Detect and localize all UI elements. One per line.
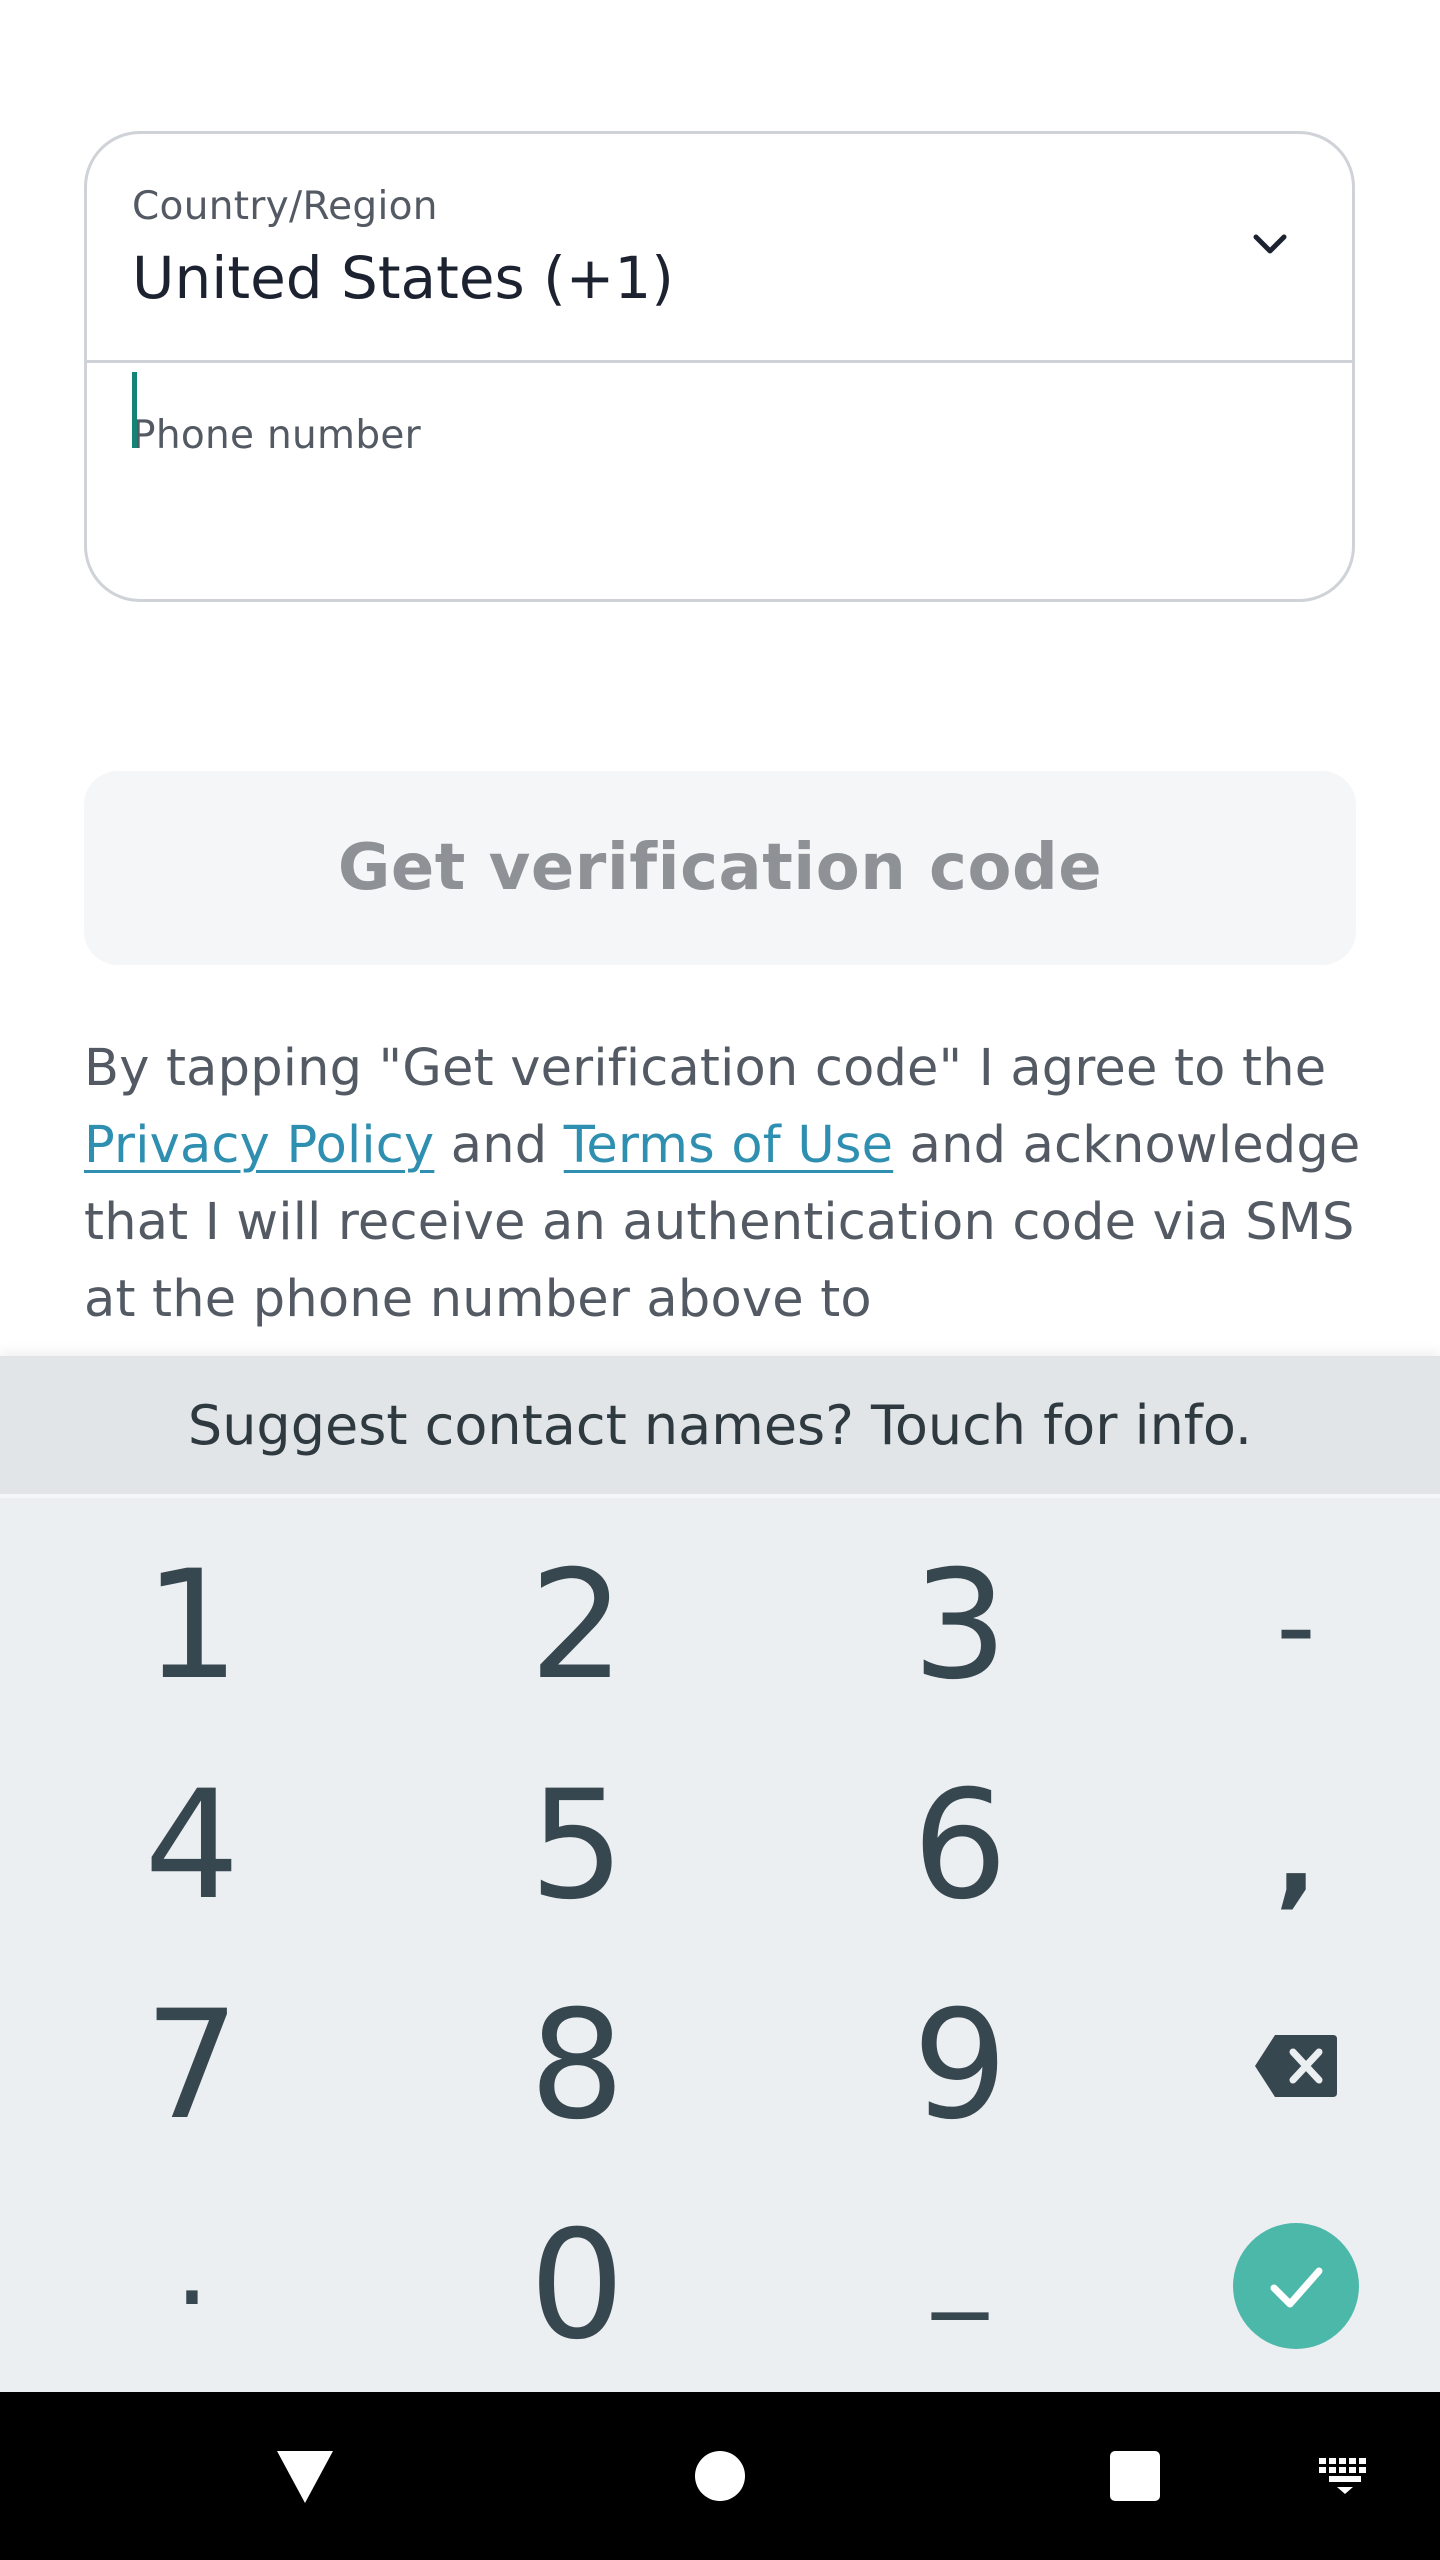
text-cursor: [132, 372, 137, 448]
key-0[interactable]: 0: [407, 2176, 747, 2396]
recents-icon[interactable]: [1090, 2436, 1180, 2516]
key-8[interactable]: 8: [407, 1956, 747, 2176]
key-9-label: 9: [912, 1979, 1008, 2153]
key-4[interactable]: 4: [22, 1736, 362, 1956]
key-underscore-label: _: [932, 2192, 988, 2320]
home-icon[interactable]: [675, 2436, 765, 2516]
terms-prefix: By tapping "Get verification code" I agr…: [84, 1039, 1327, 1098]
terms-of-use-link[interactable]: Terms of Use: [564, 1116, 893, 1175]
key-underscore[interactable]: _: [790, 2146, 1130, 2366]
terms-disclaimer: By tapping "Get verification code" I agr…: [84, 1030, 1384, 1338]
key-9[interactable]: 9: [790, 1956, 1130, 2176]
key-5-label: 5: [529, 1759, 625, 1933]
get-verification-code-label: Get verification code: [337, 831, 1103, 905]
key-1[interactable]: 1: [22, 1516, 362, 1736]
key-7-label: 7: [144, 1979, 240, 2153]
contact-suggestion-text: Suggest contact names? Touch for info.: [187, 1393, 1253, 1457]
country-region-select[interactable]: Country/Region United States (+1): [87, 134, 1352, 360]
key-dash[interactable]: -: [1126, 1516, 1440, 1736]
back-icon[interactable]: [260, 2436, 350, 2516]
keyboard-switch-icon[interactable]: [1300, 2436, 1390, 2516]
phone-number-label: Phone number: [132, 413, 422, 458]
key-period-label: .: [174, 2202, 210, 2330]
phone-number-input[interactable]: [127, 473, 1307, 563]
key-5[interactable]: 5: [407, 1736, 747, 1956]
key-period[interactable]: .: [22, 2156, 362, 2376]
privacy-policy-link[interactable]: Privacy Policy: [84, 1116, 434, 1175]
country-region-label: Country/Region: [132, 184, 438, 229]
numeric-keyboard: Suggest contact names? Touch for info. 1…: [0, 1356, 1440, 2392]
system-navigation-bar: [0, 2392, 1440, 2560]
key-8-label: 8: [529, 1979, 625, 2153]
chevron-down-icon[interactable]: [1248, 222, 1292, 266]
phone-form-card: Country/Region United States (+1) Phone …: [84, 131, 1355, 602]
enter-key-circle: [1233, 2223, 1359, 2349]
key-0-label: 0: [529, 2199, 625, 2373]
get-verification-code-button[interactable]: Get verification code: [84, 771, 1356, 965]
key-4-label: 4: [144, 1759, 240, 1933]
key-comma-label: ,: [1275, 1792, 1317, 1920]
enter-key[interactable]: [1126, 2176, 1440, 2396]
checkmark-icon: [1270, 2267, 1323, 2308]
phone-number-field[interactable]: Phone number: [87, 363, 1352, 599]
key-6-label: 6: [912, 1759, 1008, 1933]
key-3-label: 3: [912, 1539, 1008, 1713]
country-region-value[interactable]: United States (+1): [132, 244, 674, 312]
backspace-key[interactable]: [1126, 1956, 1440, 2176]
key-3[interactable]: 3: [790, 1516, 1130, 1736]
key-6[interactable]: 6: [790, 1736, 1130, 1956]
key-dash-label: -: [1276, 1562, 1316, 1690]
key-comma[interactable]: ,: [1126, 1746, 1440, 1966]
key-2[interactable]: 2: [407, 1516, 747, 1736]
key-1-label: 1: [144, 1539, 240, 1713]
contact-suggestion-bar[interactable]: Suggest contact names? Touch for info.: [0, 1356, 1440, 1498]
key-2-label: 2: [529, 1539, 625, 1713]
terms-middle: and: [434, 1116, 564, 1175]
backspace-icon: [1255, 2035, 1337, 2097]
key-7[interactable]: 7: [22, 1956, 362, 2176]
